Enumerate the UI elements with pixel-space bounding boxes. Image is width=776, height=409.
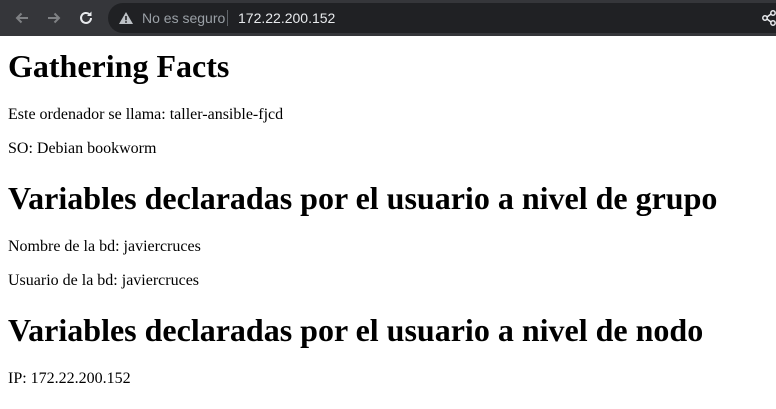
share-icon[interactable] [762,10,776,26]
reload-button[interactable] [74,6,98,30]
address-bar[interactable]: No es seguro 172.22.200.152 [108,3,776,33]
db-name-line: Nombre de la bd: javiercruces [8,238,201,255]
heading-group-variables: Variables declaradas por el usuario a ni… [8,180,718,216]
ip-line: IP: 172.22.200.152 [8,370,131,387]
security-status-label[interactable]: No es seguro [142,3,225,33]
back-arrow-icon [15,12,28,24]
forward-arrow-icon [48,12,61,24]
back-button[interactable] [10,6,34,30]
os-line: SO: Debian bookworm [8,140,157,157]
heading-gathering-facts: Gathering Facts [8,48,230,84]
warning-icon[interactable] [118,11,134,25]
hostname-line: Este ordenador se llama: taller-ansible-… [8,106,284,123]
heading-node-variables: Variables declaradas por el usuario a ni… [8,312,704,348]
forward-button[interactable] [42,6,66,30]
db-user-line: Usuario de la bd: javiercruces [8,272,200,289]
browser-toolbar: No es seguro 172.22.200.152 [0,0,776,36]
reload-icon [80,11,92,24]
url-text[interactable]: 172.22.200.152 [238,3,335,33]
omnibox-divider [227,10,228,26]
